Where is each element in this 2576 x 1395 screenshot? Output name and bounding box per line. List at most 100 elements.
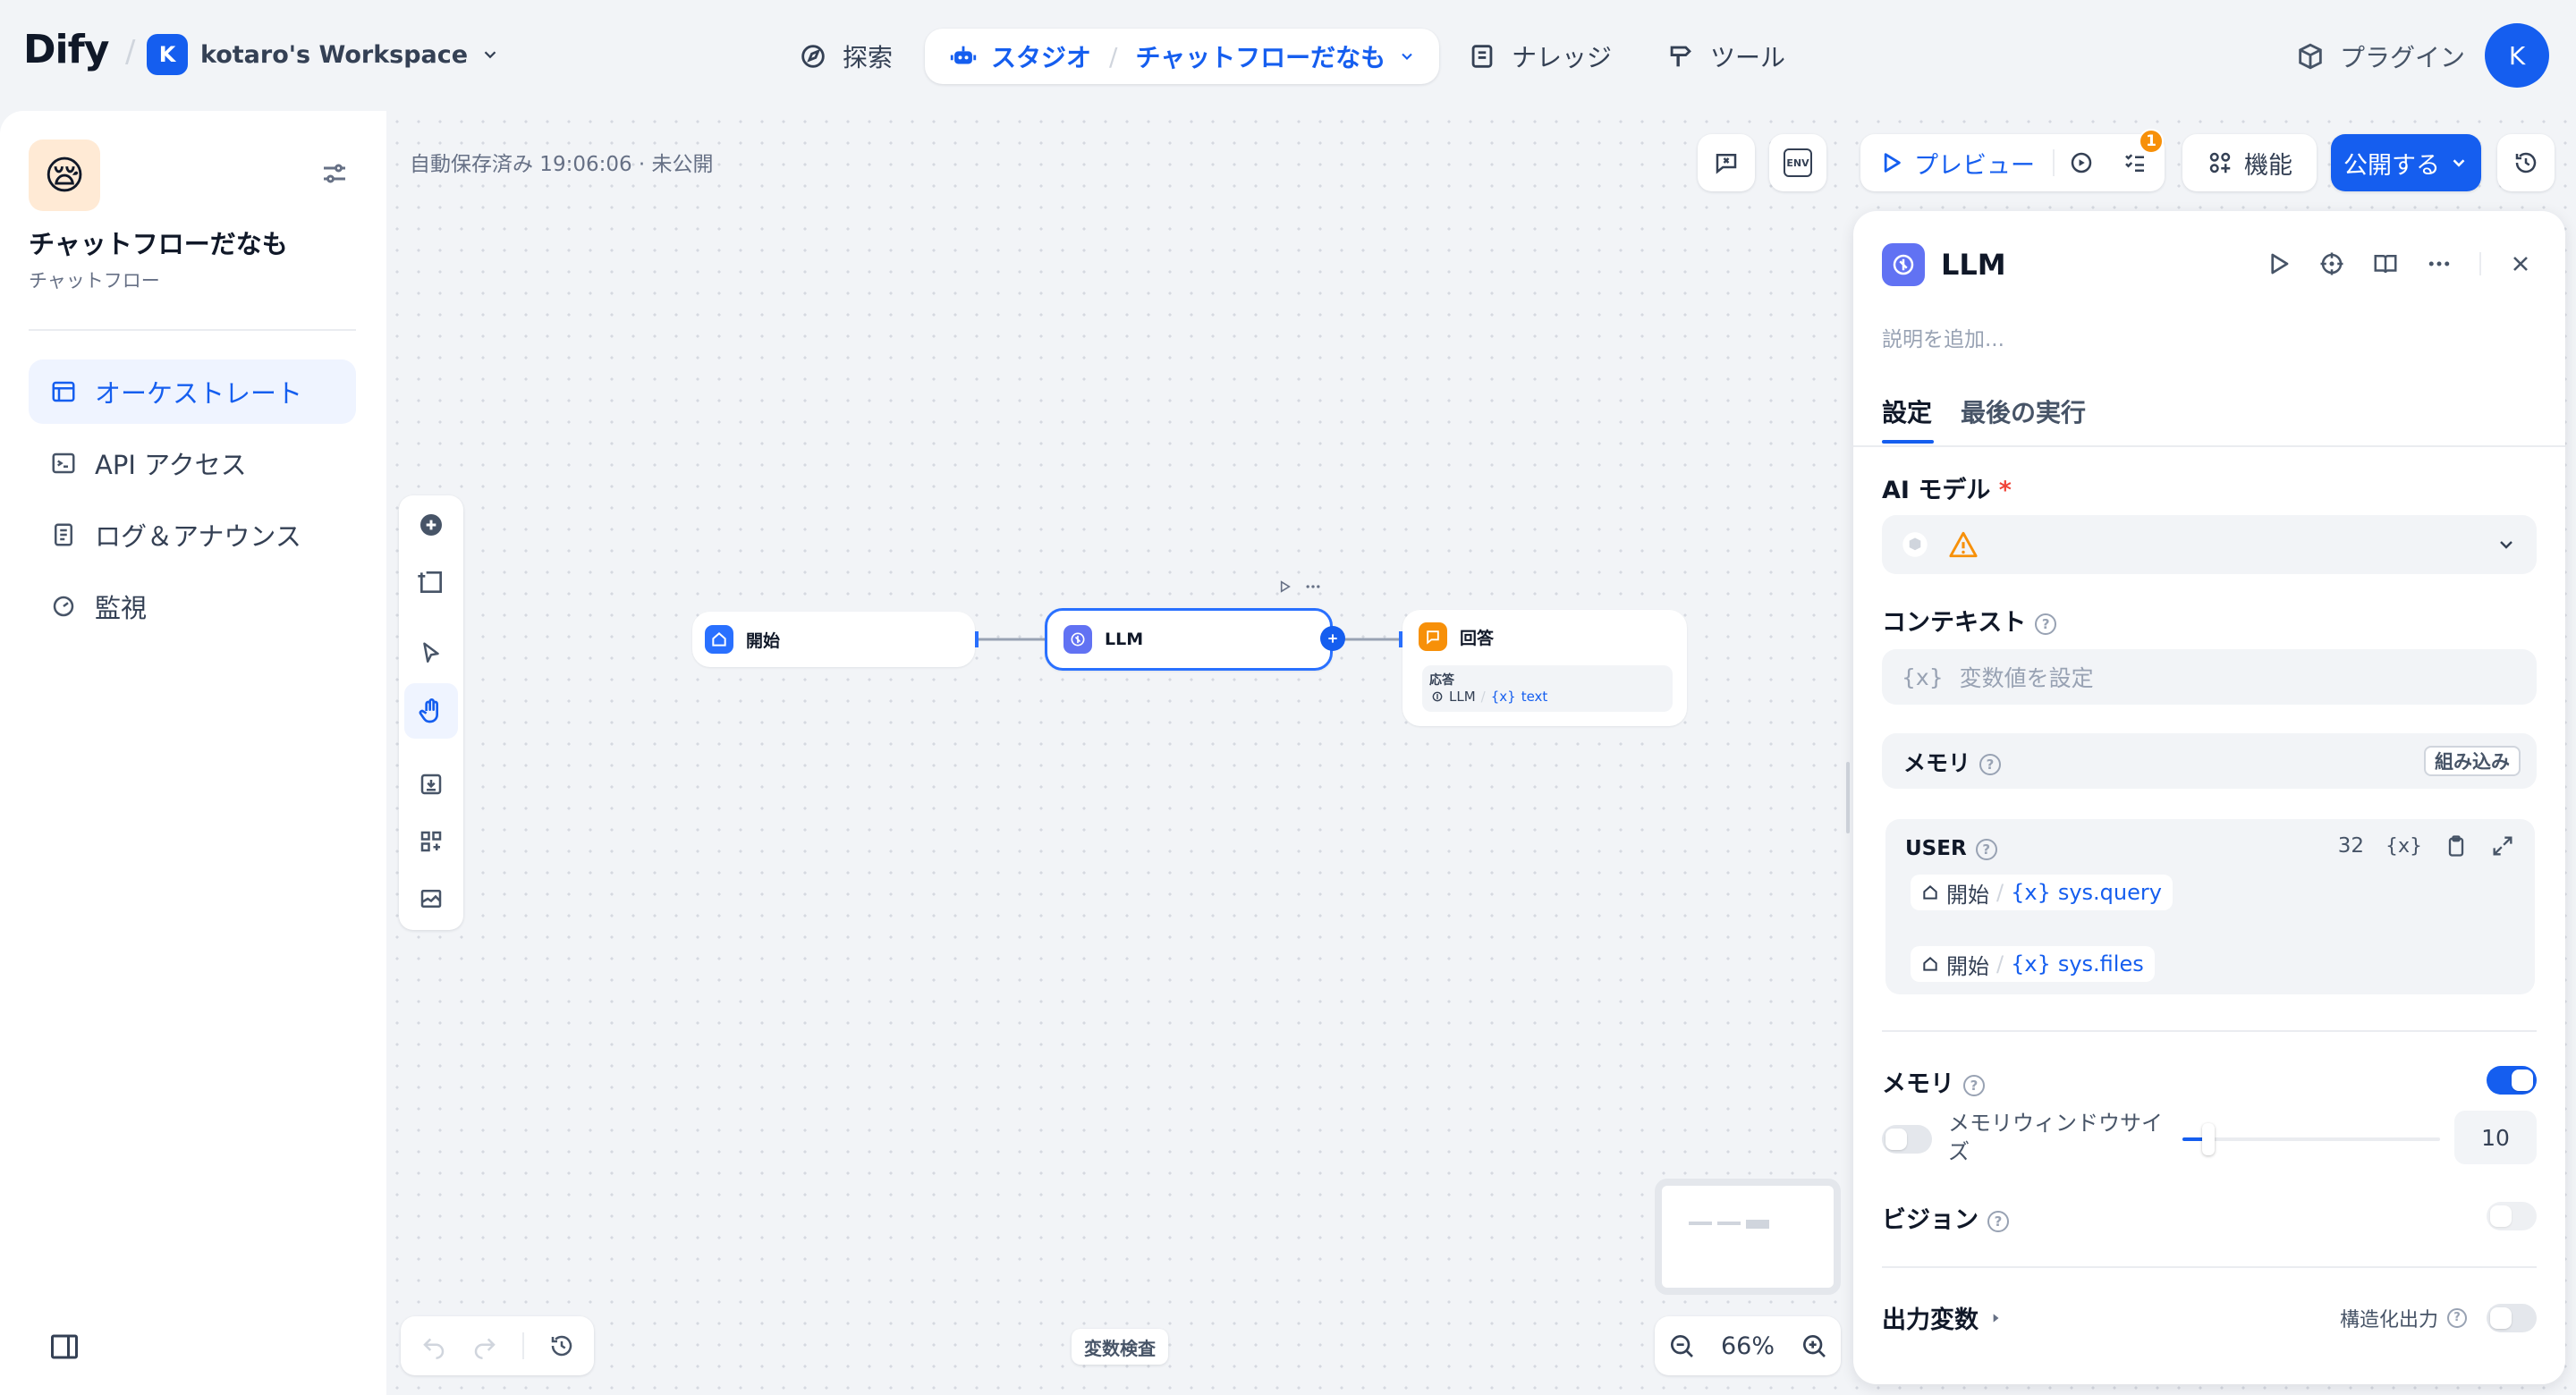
undo-icon[interactable] [420, 1332, 447, 1359]
start-node-title: 開始 [746, 630, 781, 651]
nav-plugins-label: プラグイン [2340, 43, 2466, 72]
redo-icon[interactable] [471, 1332, 498, 1359]
minimap-toggle-tool[interactable] [399, 871, 463, 926]
hand-tool[interactable] [404, 683, 458, 739]
slider-thumb[interactable] [2202, 1123, 2215, 1155]
ref-var: sys.files [2057, 951, 2144, 976]
description-input[interactable]: 説明を追加... [1882, 322, 2004, 352]
memory-toggle[interactable] [2487, 1066, 2537, 1095]
output-vars-toggle[interactable]: 出力変数 [1882, 1300, 2002, 1335]
nav-knowledge[interactable]: ナレッジ [1444, 29, 1635, 84]
features-button[interactable]: 機能 [2182, 134, 2317, 191]
window-size-toggle[interactable] [1882, 1125, 1932, 1154]
robot-icon [950, 46, 977, 64]
top-header: Dify / K kotaro's Workspace 探索 スタジオ / チャ… [0, 0, 2576, 111]
zoom-controls: 66% [1655, 1316, 1841, 1375]
pointer-tool[interactable] [399, 626, 463, 681]
nav-plugins[interactable]: プラグイン [2272, 29, 2488, 84]
variable-inspect-button[interactable]: 変数検査 [1072, 1329, 1168, 1365]
book-open-icon[interactable] [2372, 250, 2399, 277]
sidebar-item-api-access[interactable]: API アクセス [29, 431, 356, 495]
var-ref-files[interactable]: 開始 / {x} sys.files [1911, 946, 2155, 982]
dify-logo[interactable]: Dify [23, 27, 109, 72]
help-icon[interactable]: ? [1979, 754, 2002, 775]
checklist-button[interactable]: 1 [2108, 129, 2164, 191]
model-selector[interactable] [1882, 515, 2537, 574]
sidebar-item-label: 監視 [95, 593, 148, 623]
structured-output-text: 構造化出力 [2340, 1309, 2439, 1332]
context-variable-input[interactable]: {x} 変数値を設定 [1882, 649, 2537, 705]
sidebar-item-logs[interactable]: ログ＆アナウンス [29, 503, 356, 567]
env-button[interactable]: ENV [1769, 134, 1826, 191]
sidebar-item-monitoring[interactable]: 監視 [29, 574, 356, 638]
context-label-text: コンテキスト [1882, 609, 2027, 637]
help-icon[interactable]: ? [1963, 1074, 1985, 1096]
chevron-down-icon[interactable] [1398, 47, 1416, 65]
more-icon[interactable] [2426, 250, 2453, 277]
help-icon[interactable]: ? [2447, 1308, 2468, 1328]
preview-button[interactable]: プレビュー [1860, 134, 2053, 191]
var-glyph: {x} [2011, 951, 2051, 976]
history-icon[interactable] [548, 1332, 575, 1359]
nav-tools[interactable]: ツール [1642, 29, 1809, 84]
app-icon: 😪 [29, 140, 100, 211]
version-history-button[interactable] [2497, 134, 2555, 191]
sidebar-item-orchestrate[interactable]: オーケストレート [29, 359, 356, 424]
llm-settings-panel: LLM 説明を追加... 設定 最後の実行 AI モデル * コンテキスト? {… [1853, 211, 2565, 1384]
play-icon[interactable] [2265, 250, 2292, 277]
zoom-level[interactable]: 66% [1721, 1332, 1775, 1360]
answer-ref-var: text [1521, 689, 1548, 705]
current-app-name[interactable]: チャットフローだなも [1135, 38, 1385, 74]
close-icon[interactable] [2508, 251, 2533, 276]
workspace-switcher[interactable]: K kotaro's Workspace [147, 34, 500, 75]
ref-node: 開始 [1946, 953, 1989, 979]
add-node-tool[interactable] [399, 497, 463, 553]
play-icon[interactable] [1277, 579, 1292, 594]
ref-node: 開始 [1946, 882, 1989, 908]
tab-settings[interactable]: 設定 [1882, 393, 1932, 429]
answer-node[interactable]: 回答 応答 LLM / {x} text [1402, 610, 1687, 726]
expand-icon[interactable] [2490, 833, 2515, 858]
answer-field-box: 応答 LLM / {x} text [1422, 665, 1673, 712]
var-glyph: {x} [2011, 880, 2051, 905]
sidebar-item-label: ログ＆アナウンス [95, 521, 301, 552]
clipboard-icon[interactable] [2444, 833, 2469, 858]
add-next-node-handle[interactable] [1320, 626, 1345, 651]
window-size-value[interactable]: 10 [2454, 1111, 2537, 1164]
organize-tool[interactable] [399, 814, 463, 869]
toolbar-divider [521, 1332, 524, 1359]
zoom-in-icon[interactable] [1800, 1332, 1828, 1360]
tab-last-run[interactable]: 最後の実行 [1961, 393, 2086, 429]
settings-sliders-icon[interactable] [318, 157, 351, 190]
answer-field-label: 応答 [1429, 673, 1454, 688]
collapse-sidebar-icon[interactable] [48, 1331, 80, 1363]
nav-studio[interactable]: スタジオ / チャットフローだなも [925, 29, 1440, 84]
var-glyph: {x} [1490, 689, 1516, 705]
help-icon[interactable]: ? [1987, 1210, 2009, 1232]
var-ref-query[interactable]: 開始 / {x} sys.query [1911, 875, 2173, 910]
start-node[interactable]: 開始 [692, 612, 975, 667]
llm-node[interactable]: LLM [1045, 608, 1333, 671]
help-icon[interactable]: ? [1975, 838, 1997, 860]
vision-toggle[interactable] [2487, 1202, 2537, 1230]
window-size-slider[interactable] [2182, 1123, 2440, 1155]
window-size-label: メモリウィンドウサイズ [1948, 1111, 2163, 1164]
insert-variable-icon[interactable]: {x} [2385, 835, 2422, 858]
help-icon[interactable]: ? [2035, 613, 2057, 635]
add-note-tool[interactable] [399, 554, 463, 610]
crosshair-icon[interactable] [2318, 250, 2345, 277]
more-icon[interactable] [1304, 578, 1322, 596]
publish-button[interactable]: 公開する [2331, 134, 2481, 191]
panel-resize-handle[interactable] [1846, 762, 1850, 833]
minimap[interactable] [1655, 1179, 1841, 1295]
vision-label-text: ビジョン [1882, 1206, 1979, 1234]
run-history-button[interactable] [2055, 134, 2108, 191]
export-image-tool[interactable] [399, 757, 463, 812]
zoom-out-icon[interactable] [1667, 1332, 1696, 1360]
user-avatar[interactable]: K [2485, 23, 2549, 88]
var-glyph: {x} [1902, 664, 1944, 690]
clear-variables-button[interactable] [1698, 134, 1755, 191]
nav-explore[interactable]: 探索 [775, 29, 916, 84]
panel-title[interactable]: LLM [1941, 248, 2006, 282]
structured-output-toggle[interactable] [2487, 1304, 2537, 1332]
